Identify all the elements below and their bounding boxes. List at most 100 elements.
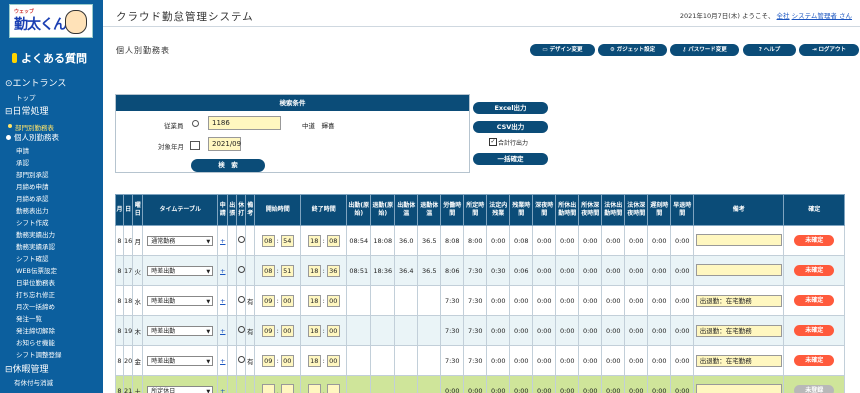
end-hour-input[interactable]: 18 bbox=[307, 354, 321, 367]
timetable-select[interactable]: 通常勤務 bbox=[147, 235, 214, 247]
user-link[interactable]: システム管理者 さん bbox=[792, 12, 852, 20]
confirm-button[interactable]: 未確定 bbox=[794, 355, 835, 366]
design-change-button[interactable]: ▭ デザイン変更 bbox=[530, 44, 595, 56]
start-minute-input[interactable] bbox=[280, 383, 294, 393]
timetable-select[interactable]: 時差出勤 bbox=[147, 265, 214, 277]
start-hour-input[interactable]: 09 bbox=[261, 354, 275, 367]
start-hour-input[interactable]: 08 bbox=[261, 234, 275, 247]
sidebar-item[interactable]: WEB伝票設定 bbox=[16, 265, 57, 275]
sidebar-item[interactable]: 月締め申請 bbox=[16, 181, 49, 191]
sidebar-item[interactable]: 発注一覧 bbox=[16, 313, 42, 323]
confirm-button[interactable]: 未確定 bbox=[794, 265, 835, 276]
cell-apply: + bbox=[217, 345, 229, 376]
org-link[interactable]: 全社 bbox=[777, 12, 790, 20]
end-hour-input[interactable]: 18 bbox=[307, 264, 321, 277]
excel-export-button[interactable]: Excel出力 bbox=[473, 102, 548, 114]
sidebar-item[interactable]: 部門別承認 bbox=[16, 169, 49, 179]
sidebar-item[interactable]: 発注締切解除 bbox=[16, 325, 55, 335]
start-minute-input[interactable]: 00 bbox=[280, 324, 294, 337]
confirm-button[interactable]: 未登録 bbox=[794, 385, 835, 393]
gadget-settings-button[interactable]: ⚙ ガジェット設定 bbox=[598, 44, 667, 56]
csv-export-button[interactable]: CSV出力 bbox=[473, 121, 548, 133]
rest-radio[interactable] bbox=[237, 236, 245, 243]
remark-input[interactable] bbox=[695, 263, 782, 276]
start-minute-input[interactable]: 00 bbox=[280, 294, 294, 307]
month-input[interactable]: 2021/09 bbox=[208, 137, 241, 151]
password-change-button[interactable]: ⚷ パスワード変更 bbox=[670, 44, 739, 56]
sidebar-item[interactable]: 日単位勤務表 bbox=[16, 277, 55, 287]
rest-radio[interactable] bbox=[237, 266, 245, 273]
apply-link[interactable]: + bbox=[220, 357, 225, 365]
confirm-button[interactable]: 未確定 bbox=[794, 295, 835, 306]
confirm-button[interactable]: 未確定 bbox=[794, 325, 835, 336]
faq-link[interactable]: よくある質問 bbox=[12, 50, 87, 66]
start-hour-input[interactable]: 09 bbox=[261, 324, 275, 337]
sidebar-item-dept-schedule[interactable]: 部門別勤務表 bbox=[8, 122, 54, 132]
timetable-select[interactable]: 時差出勤 bbox=[147, 355, 214, 367]
apply-link[interactable]: + bbox=[220, 267, 225, 275]
section-daily[interactable]: ⊟日常処理 bbox=[5, 104, 49, 117]
sidebar-item[interactable]: 打ち忘れ修正 bbox=[16, 289, 55, 299]
timetable-select[interactable]: 所定休日 bbox=[147, 385, 214, 393]
bulk-confirm-button[interactable]: 一括確定 bbox=[473, 153, 548, 165]
sidebar-item[interactable]: シフト調整登録 bbox=[16, 349, 62, 359]
sidebar-item[interactable]: 承認 bbox=[16, 157, 29, 167]
remark-input[interactable] bbox=[695, 383, 782, 393]
apply-link[interactable]: + bbox=[220, 387, 225, 393]
end-minute-input[interactable]: 00 bbox=[326, 324, 340, 337]
end-minute-input[interactable]: 00 bbox=[326, 294, 340, 307]
sidebar-item-personal-schedule[interactable]: 個人別勤務表 bbox=[6, 132, 59, 143]
apply-link[interactable]: + bbox=[220, 237, 225, 245]
end-hour-input[interactable] bbox=[307, 383, 321, 393]
remark-input[interactable]: 出退勤：在宅勤務 bbox=[695, 354, 782, 367]
rest-radio[interactable] bbox=[237, 296, 245, 303]
rest-radio[interactable] bbox=[237, 356, 245, 363]
remark-input[interactable]: 出退勤：在宅勤務 bbox=[695, 324, 782, 337]
end-minute-input[interactable]: 00 bbox=[326, 354, 340, 367]
apply-link[interactable]: + bbox=[220, 327, 225, 335]
start-minute-input[interactable]: 51 bbox=[280, 264, 294, 277]
total-row-checkbox[interactable]: ✓ bbox=[489, 138, 497, 146]
sidebar-item[interactable]: 月次一括締め bbox=[16, 301, 55, 311]
sidebar-item[interactable]: 月締め承認 bbox=[16, 193, 49, 203]
sidebar-item[interactable]: シフト作成 bbox=[16, 217, 49, 227]
sidebar-item[interactable]: 勤務実績承認 bbox=[16, 241, 55, 251]
sidebar-item-top[interactable]: トップ bbox=[16, 92, 36, 102]
sidebar-item[interactable]: 勤務表出力 bbox=[16, 205, 49, 215]
cell-weekday: 金 bbox=[132, 345, 144, 376]
sidebar-item[interactable]: シフト確認 bbox=[16, 253, 49, 263]
start-hour-input[interactable]: 08 bbox=[261, 264, 275, 277]
start-minute-input[interactable]: 54 bbox=[280, 234, 294, 247]
sidebar-item-leave-grant[interactable]: 有休付与消滅 bbox=[14, 377, 53, 387]
sidebar-item[interactable]: お知らせ機能 bbox=[16, 337, 55, 347]
apply-link[interactable]: + bbox=[220, 297, 225, 305]
start-minute-input[interactable]: 00 bbox=[280, 354, 294, 367]
timetable-select[interactable]: 時差出勤 bbox=[147, 325, 214, 337]
employee-code-input[interactable]: 1186 bbox=[208, 116, 281, 130]
end-minute-input[interactable]: 08 bbox=[326, 234, 340, 247]
end-hour-input[interactable]: 18 bbox=[307, 234, 321, 247]
help-button[interactable]: ? ヘルプ bbox=[743, 44, 796, 56]
section-leave[interactable]: ⊟休暇管理 bbox=[5, 362, 49, 375]
start-hour-input[interactable] bbox=[261, 383, 275, 393]
app-logo[interactable]: ウェッブ 勤太くん bbox=[9, 4, 93, 38]
search-button[interactable]: 検 索 bbox=[191, 159, 265, 172]
end-hour-input[interactable]: 18 bbox=[307, 294, 321, 307]
search-icon[interactable] bbox=[192, 120, 199, 127]
cell-remark bbox=[693, 375, 785, 393]
sidebar-item[interactable]: 申請 bbox=[16, 145, 29, 155]
logout-button[interactable]: ⇥ ログアウト bbox=[799, 44, 859, 56]
end-hour-input[interactable]: 18 bbox=[307, 324, 321, 337]
cell-lh-night: 0:00 bbox=[624, 345, 649, 376]
calendar-icon[interactable] bbox=[190, 141, 200, 150]
remark-input[interactable]: 出退勤：在宅勤務 bbox=[695, 294, 782, 307]
confirm-button[interactable]: 未確定 bbox=[794, 235, 835, 246]
rest-radio[interactable] bbox=[237, 326, 245, 333]
section-entrance[interactable]: ⊙エントランス bbox=[5, 76, 66, 89]
timetable-select[interactable]: 時差出勤 bbox=[147, 295, 214, 307]
sidebar-item[interactable]: 勤務実績出力 bbox=[16, 229, 55, 239]
end-minute-input[interactable]: 36 bbox=[326, 264, 340, 277]
end-minute-input[interactable] bbox=[326, 383, 340, 393]
start-hour-input[interactable]: 09 bbox=[261, 294, 275, 307]
remark-input[interactable] bbox=[695, 233, 782, 246]
